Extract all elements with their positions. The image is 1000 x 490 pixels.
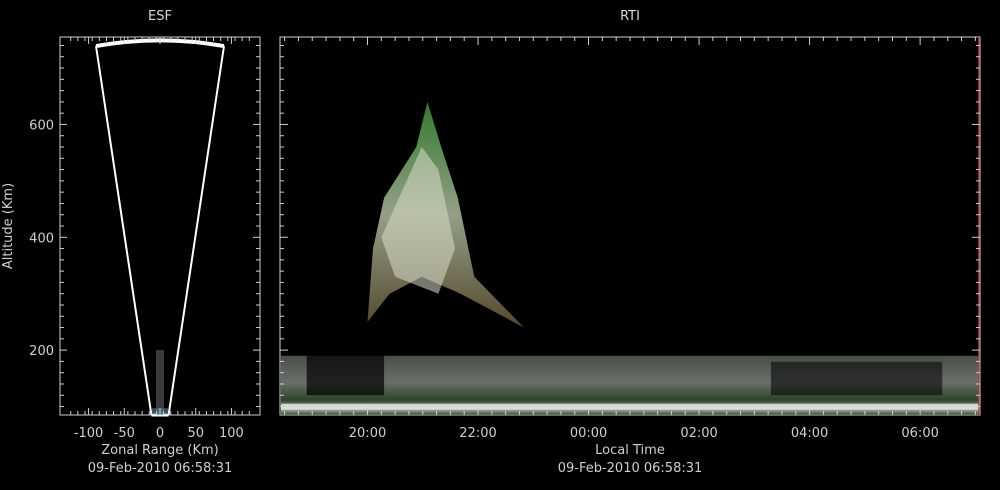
rti-xtick-label: 22:00: [459, 426, 496, 441]
rti-timestamp: 09-Feb-2010 06:58:31: [558, 461, 703, 476]
rti-title: RTI: [620, 9, 640, 24]
esf-ytick-label: 600: [29, 118, 54, 133]
esf-xtick-label: -100: [74, 426, 104, 441]
rti-xtick-label: 02:00: [680, 426, 717, 441]
esf-echo-column: [156, 350, 164, 415]
esf-xtick-label: 0: [156, 426, 164, 441]
esf-title: ESF: [148, 9, 172, 24]
esf-timestamp: 09-Feb-2010 06:58:31: [88, 461, 233, 476]
esf-panel: ESF -100 -50 0 50 100 200 400 600 Zonal Range (…: [1, 9, 261, 476]
rti-xtick-label: 20:00: [349, 426, 386, 441]
rti-panel: RTI 20:00 22:00 00:00 02:00 04:00 06:00 Local…: [279, 9, 981, 476]
radar-figure: ESF -100 -50 0 50 100 200 400 600 Zonal Range (…: [1, 9, 981, 476]
esf-xlabel: Zonal Range (Km): [101, 443, 218, 458]
rti-xtick-label: 04:00: [791, 426, 828, 441]
esf-xtick-label: 50: [187, 426, 204, 441]
esf-xtick-label: 100: [219, 426, 244, 441]
esf-ytick-label: 400: [29, 231, 54, 246]
rti-xlabel: Local Time: [595, 443, 665, 458]
esf-xtick-label: -50: [114, 426, 135, 441]
esf-ylabel: Altitude (Km): [1, 183, 16, 269]
rti-xtick-label: 00:00: [570, 426, 607, 441]
rti-layer-gap: [306, 353, 385, 396]
rti-bright-band: [281, 403, 979, 410]
rti-xtick-label: 06:00: [901, 426, 938, 441]
esf-ytick-label: 200: [29, 344, 54, 359]
rti-layer-fade: [770, 361, 943, 396]
